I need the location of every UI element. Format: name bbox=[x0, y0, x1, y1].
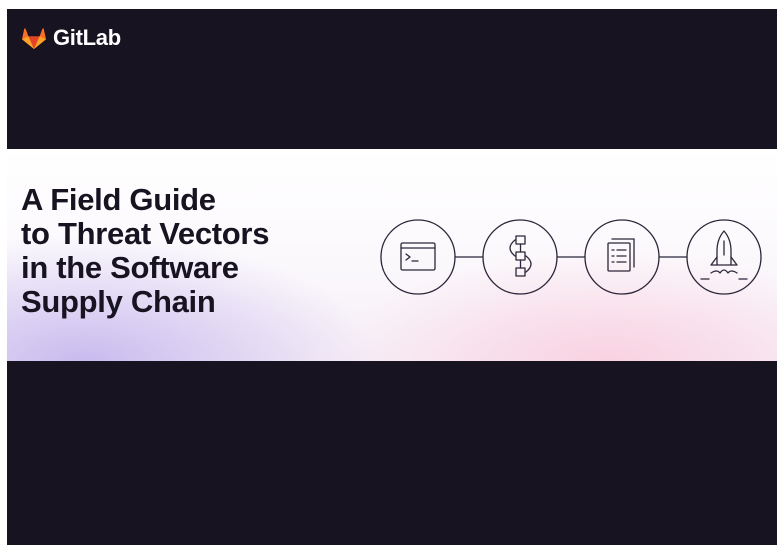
build-flow-icon bbox=[482, 219, 558, 295]
document-title: A Field Guide to Threat Vectors in the S… bbox=[21, 183, 269, 319]
title-line: Supply Chain bbox=[21, 284, 216, 319]
title-band: A Field Guide to Threat Vectors in the S… bbox=[7, 149, 777, 361]
document-cover: GitLab A Field Guide to Threat Vectors i… bbox=[7, 9, 777, 545]
pipeline-diagram bbox=[380, 219, 762, 295]
terminal-icon bbox=[380, 219, 456, 295]
gitlab-tanuki-icon bbox=[22, 28, 46, 49]
package-icon bbox=[584, 219, 660, 295]
title-line: A Field Guide bbox=[21, 182, 216, 217]
gitlab-wordmark: GitLab bbox=[53, 25, 121, 50]
title-line: to Threat Vectors bbox=[21, 216, 270, 251]
title-line: in the Software bbox=[21, 250, 239, 285]
gitlab-logo: GitLab bbox=[21, 25, 121, 51]
rocket-launch-icon bbox=[686, 219, 762, 295]
